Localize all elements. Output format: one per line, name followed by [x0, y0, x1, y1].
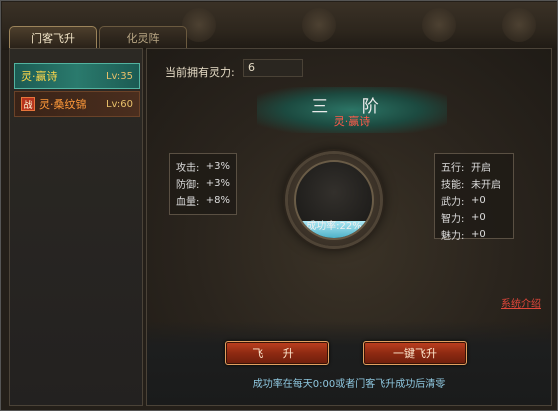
one-click-ascend-button[interactable]: 一键飞升	[363, 341, 467, 365]
spirit-label: 当前拥有灵力:	[165, 66, 235, 79]
retainer-name: 灵·赢诗	[21, 70, 58, 83]
system-intro-link[interactable]: 系统介绍	[501, 295, 541, 310]
stat-row: 血量: +8%	[176, 192, 230, 209]
banner-deco-icon	[182, 8, 216, 42]
spirit-value: 6	[243, 59, 303, 77]
stat-value: +0	[471, 195, 486, 206]
stat-value: 开启	[471, 163, 491, 174]
stat-value: +0	[471, 229, 486, 240]
tab-bar: 门客飞升 化灵阵	[9, 26, 187, 48]
ascension-panel: 当前拥有灵力: 6 三 阶 灵·赢诗 攻击: +3% 防御: +3% 血量: +8% …	[146, 48, 552, 406]
stat-row: 五行: 开启	[441, 158, 507, 175]
bottom-band	[147, 321, 551, 405]
stat-label: 智力:	[441, 214, 465, 225]
stat-row: 魅力: +0	[441, 226, 507, 243]
success-rate-orb: 成功率:22%	[288, 154, 380, 246]
stat-value: +3%	[205, 161, 230, 172]
ascend-button[interactable]: 飞 升	[225, 341, 329, 365]
stat-row: 技能: 未开启	[441, 175, 507, 192]
stat-label: 血量:	[176, 197, 200, 208]
banner-deco-icon	[502, 8, 536, 42]
stat-row: 智力: +0	[441, 209, 507, 226]
game-window: 门客飞升 化灵阵 灵·赢诗 Lv:35 战 灵·桑纹锦 Lv:60 当前拥有灵力…	[0, 0, 558, 411]
stat-label: 魅力:	[441, 231, 465, 242]
stat-label: 武力:	[441, 197, 465, 208]
stat-value: 未开启	[471, 180, 501, 191]
stat-value: +0	[471, 212, 486, 223]
combat-stats-panel: 攻击: +3% 防御: +3% 血量: +8%	[169, 153, 237, 215]
tab-spirit-array[interactable]: 化灵阵	[99, 26, 187, 48]
battle-badge-icon: 战	[21, 97, 35, 111]
stat-label: 攻击:	[176, 163, 200, 174]
stat-row: 武力: +0	[441, 192, 507, 209]
retainer-list: 灵·赢诗 Lv:35 战 灵·桑纹锦 Lv:60	[9, 48, 143, 406]
list-item[interactable]: 战 灵·桑纹锦 Lv:60	[14, 91, 140, 117]
retainer-name: 灵·桑纹锦	[39, 98, 87, 111]
retainer-level: Lv:60	[105, 98, 133, 110]
banner-deco-icon	[302, 8, 336, 42]
banner-deco-icon	[422, 8, 456, 42]
reset-note: 成功率在每天0:00或者门客飞升成功后清零	[252, 379, 446, 390]
orb-inner: 成功率:22%	[294, 160, 374, 240]
list-item[interactable]: 灵·赢诗 Lv:35	[14, 63, 140, 89]
stat-row: 防御: +3%	[176, 175, 230, 192]
stat-label: 五行:	[441, 163, 465, 174]
rank-subtitle: 灵·赢诗	[333, 115, 371, 128]
success-rate-text: 成功率:22%	[306, 221, 362, 232]
stat-row: 攻击: +3%	[176, 158, 230, 175]
stat-label: 技能:	[441, 180, 465, 191]
stat-value: +8%	[205, 195, 230, 206]
stat-label: 防御:	[176, 180, 200, 191]
stat-value: +3%	[205, 178, 230, 189]
retainer-level: Lv:35	[105, 70, 133, 82]
attribute-stats-panel: 五行: 开启 技能: 未开启 武力: +0 智力: +0 魅力: +0	[434, 153, 514, 242]
tab-ascension[interactable]: 门客飞升	[9, 26, 97, 48]
